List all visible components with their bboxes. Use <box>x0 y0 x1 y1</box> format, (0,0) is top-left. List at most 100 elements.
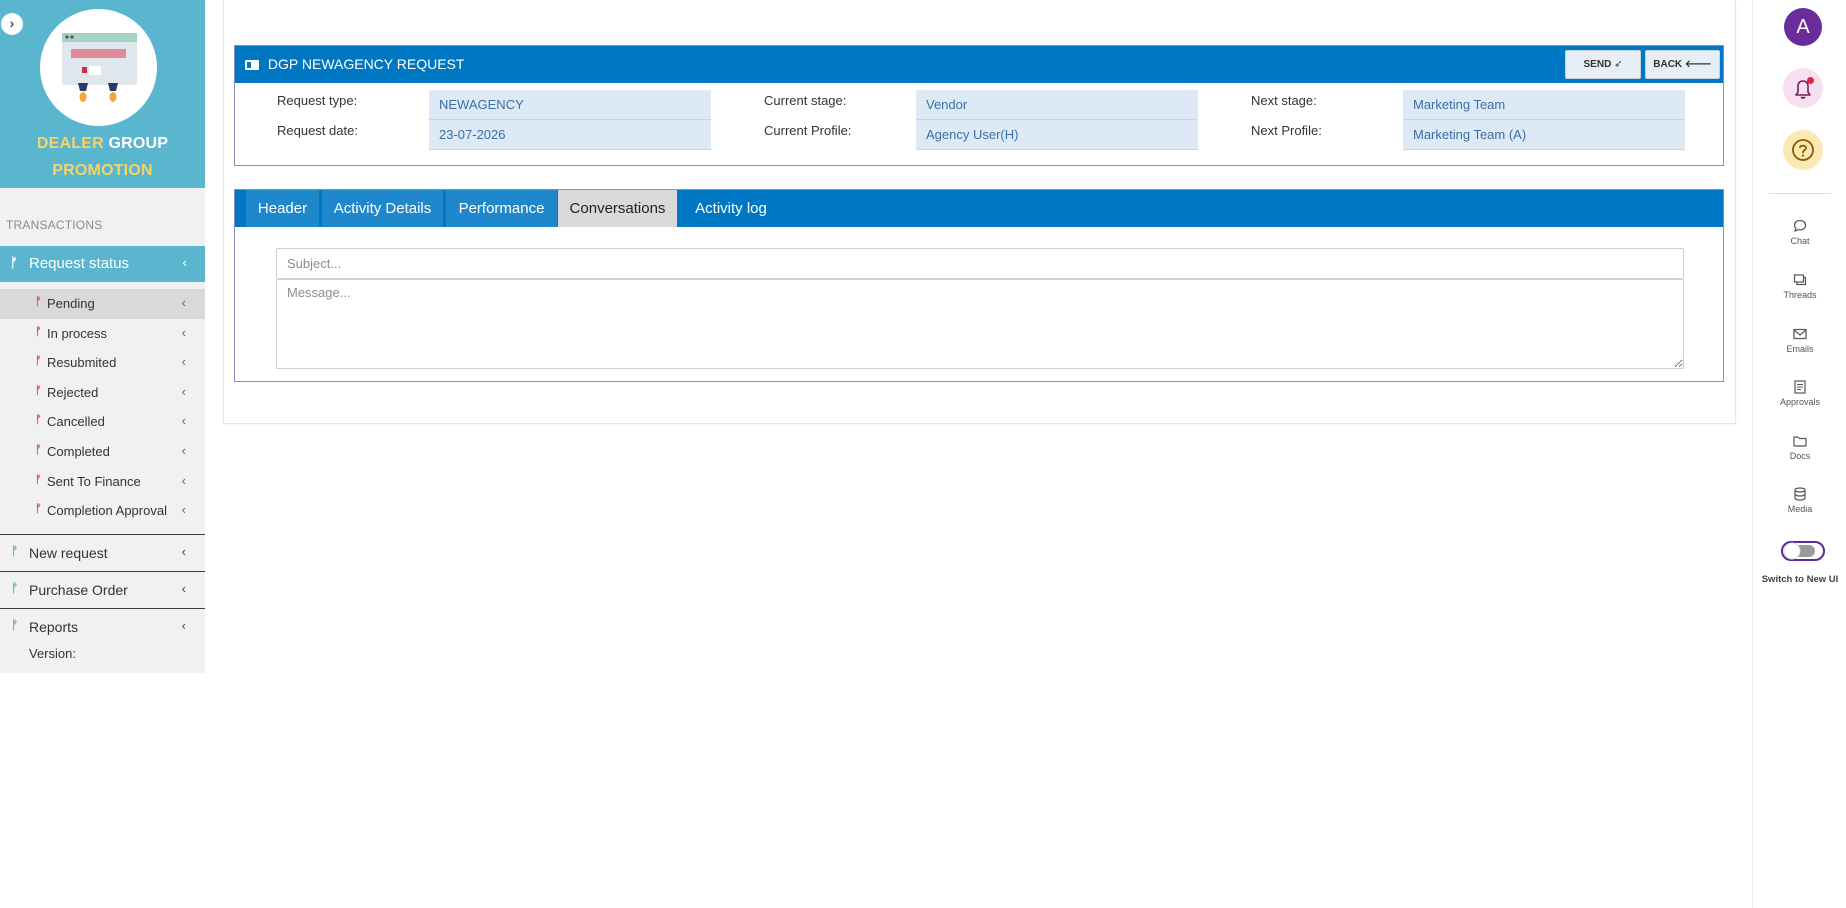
send-button-label: SEND <box>1583 59 1612 70</box>
branch-icon: ᚠ <box>35 325 42 338</box>
question-icon <box>1792 139 1814 161</box>
chevron-left-icon: ‹ <box>181 295 186 310</box>
submenu-item-resubmited[interactable]: ᚠ Resubmited ‹ <box>0 348 205 378</box>
branch-icon: ᚠ <box>35 414 42 427</box>
chevron-left-icon: ‹ <box>181 413 186 429</box>
rail-chat-label: Chat <box>1790 236 1810 246</box>
submenu-item-rejected[interactable]: ᚠ Rejected ‹ <box>0 378 205 408</box>
branch-icon: ᚠ <box>35 503 42 516</box>
menu-label: New request <box>29 545 108 561</box>
submenu-item-cancelled[interactable]: ᚠ Cancelled ‹ <box>0 407 205 437</box>
branch-icon: ᚠ <box>35 296 42 308</box>
request-date-label: Request date: <box>277 123 358 138</box>
message-textarea[interactable] <box>276 279 1684 369</box>
menu-purchase-order[interactable]: ᚠ Purchase Order ‹ <box>0 571 205 607</box>
tabs-panel: Header Activity Details Performance Conv… <box>234 189 1724 382</box>
rail-approvals[interactable]: Approvals <box>1753 379 1846 407</box>
chevron-left-icon: ‹ <box>181 442 186 458</box>
request-panel: DGP NEWAGENCY REQUEST SEND ➶ BACK 🡐 Requ… <box>234 45 1724 166</box>
submenu-label: Completion Approval <box>47 503 167 519</box>
next-profile-label: Next Profile: <box>1251 123 1322 138</box>
brand-title-part1: DEALER <box>36 135 104 152</box>
bell-icon <box>1795 80 1811 99</box>
current-stage-value: Vendor <box>916 90 1198 120</box>
rail-docs[interactable]: Docs <box>1753 433 1846 461</box>
menu-request-status-label: Request status <box>29 255 130 272</box>
email-icon <box>1793 328 1807 340</box>
rail-media[interactable]: Media <box>1753 486 1846 514</box>
brand-title: DEALER GROUP <box>0 135 205 153</box>
request-type-label: Request type: <box>277 93 358 108</box>
branch-icon: ᚠ <box>35 384 42 397</box>
tab-activity-log[interactable]: Activity log <box>678 190 784 227</box>
approvals-icon <box>1794 380 1806 394</box>
branch-icon: ᚠ <box>11 618 19 632</box>
notification-dot <box>1807 77 1814 84</box>
tab-header[interactable]: Header <box>246 190 319 227</box>
current-stage-label: Current stage: <box>764 93 847 108</box>
tab-performance[interactable]: Performance <box>446 190 557 227</box>
folder-icon <box>1793 436 1807 447</box>
submenu-item-completion-approval[interactable]: ᚠ Completion Approval ‹ <box>0 496 205 526</box>
back-button-label: BACK <box>1653 59 1683 70</box>
chevron-left-icon: ‹ <box>181 354 186 370</box>
submenu-item-completed[interactable]: ᚠ Completed ‹ <box>0 437 205 467</box>
branch-icon: ᚠ <box>11 544 19 558</box>
menu-label: Reports <box>29 619 79 635</box>
section-title: TRANSACTIONS <box>6 218 103 232</box>
menu-label: Purchase Order <box>29 582 128 598</box>
request-panel-header: DGP NEWAGENCY REQUEST SEND ➶ BACK 🡐 <box>235 46 1723 83</box>
next-stage-label: Next stage: <box>1251 93 1317 108</box>
new-ui-toggle[interactable] <box>1781 540 1827 562</box>
back-button[interactable]: BACK 🡐 <box>1645 50 1720 79</box>
current-profile-label: Current Profile: <box>764 123 852 138</box>
request-type-value: NEWAGENCY <box>429 90 711 120</box>
branch-icon: ᚠ <box>11 581 19 595</box>
toggle-switch-icon <box>1781 541 1825 561</box>
submenu-label: Completed <box>47 443 110 459</box>
chevron-left-icon: ‹ <box>181 544 186 559</box>
submenu-label: Sent To Finance <box>47 473 141 489</box>
chevron-left-icon: ‹ <box>181 324 186 340</box>
user-avatar[interactable]: A <box>1784 8 1822 46</box>
rail-emails-label: Emails <box>1786 344 1814 354</box>
version-label: Version: <box>29 646 76 661</box>
submenu-item-in-process[interactable]: ᚠ In process ‹ <box>0 319 205 349</box>
chevron-right-icon[interactable]: › <box>1 13 23 35</box>
notifications-button[interactable] <box>1783 68 1823 108</box>
menu-request-status[interactable]: ᚠ Request status ‹ <box>0 246 205 282</box>
database-icon <box>1794 487 1806 501</box>
request-title-text: DGP NEWAGENCY REQUEST <box>267 56 465 72</box>
id-card-icon <box>245 60 259 70</box>
rail-approvals-label: Approvals <box>1779 397 1821 407</box>
send-button[interactable]: SEND ➶ <box>1565 50 1641 79</box>
rail-emails[interactable]: Emails <box>1753 326 1846 354</box>
chevron-left-icon: ‹ <box>181 502 186 518</box>
current-profile-value: Agency User(H) <box>916 120 1198 150</box>
rail-chat[interactable]: Chat <box>1753 218 1846 246</box>
submenu-item-sent-to-finance[interactable]: ᚠ Sent To Finance ‹ <box>0 467 205 497</box>
right-rail: A Chat Threads Emails Approvals Docs Med… <box>1752 0 1846 908</box>
request-title: DGP NEWAGENCY REQUEST <box>245 56 464 72</box>
submenu-label: Pending <box>47 296 95 311</box>
chevron-left-icon: ‹ <box>181 618 186 633</box>
submenu-label: Resubmited <box>47 355 117 371</box>
sidebar: › DEALER GROUP PROMOTION TRANSACTIONS ᚠ … <box>0 0 205 673</box>
menu-reports[interactable]: ᚠ Reports ‹ <box>0 608 205 644</box>
threads-icon <box>1793 274 1807 286</box>
menu-new-request[interactable]: ᚠ New request ‹ <box>0 534 205 570</box>
submenu-item-pending[interactable]: ᚠ Pending ‹ <box>0 289 205 319</box>
next-profile-value: Marketing Team (A) <box>1403 120 1685 150</box>
tab-activity-details[interactable]: Activity Details <box>322 190 443 227</box>
app-root: › DEALER GROUP PROMOTION TRANSACTIONS ᚠ … <box>0 0 1846 908</box>
rail-divider <box>1769 193 1831 194</box>
help-button[interactable] <box>1783 130 1823 170</box>
request-date-value: 23-07-2026 <box>429 120 711 150</box>
branch-icon: ᚠ <box>35 443 42 456</box>
submenu-label: In process <box>47 325 107 341</box>
rail-threads[interactable]: Threads <box>1753 272 1846 300</box>
chevron-left-icon: ‹ <box>181 383 186 399</box>
tab-conversations[interactable]: Conversations <box>558 190 677 227</box>
paper-plane-icon: ➶ <box>1614 59 1623 70</box>
subject-input[interactable] <box>276 248 1684 279</box>
